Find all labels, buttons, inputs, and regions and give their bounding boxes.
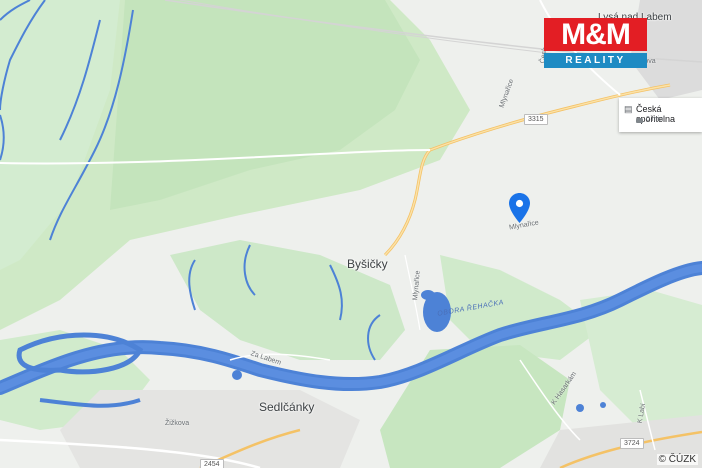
location-pin-icon[interactable] bbox=[509, 193, 530, 223]
road-number-3724: 3724 bbox=[620, 438, 644, 449]
street-label-zizkova: Žižkova bbox=[165, 420, 190, 427]
mm-reality-logo: M&M REALITY bbox=[544, 18, 647, 68]
town-label-sedlcanky: Sedlčánky bbox=[259, 400, 315, 414]
logo-bottom-text: REALITY bbox=[544, 53, 647, 68]
place-info-card[interactable]: ▤ Česká spořitelna 0 min bbox=[619, 98, 702, 132]
map-attribution: © ČÚZK bbox=[656, 454, 698, 465]
map-base bbox=[0, 0, 702, 468]
car-icon bbox=[636, 118, 643, 123]
logo-top-text: M&M bbox=[544, 18, 647, 51]
map-view[interactable]: Lysá nad Labem Byšičky Sedlčánky Mlynaři… bbox=[0, 0, 702, 468]
bank-icon: ▤ bbox=[624, 104, 633, 114]
town-label-bysicky: Byšičky bbox=[347, 257, 388, 271]
road-number-3315: 3315 bbox=[524, 114, 548, 125]
road-number-2454: 2454 bbox=[200, 459, 224, 468]
travel-time: 0 min bbox=[646, 116, 664, 123]
